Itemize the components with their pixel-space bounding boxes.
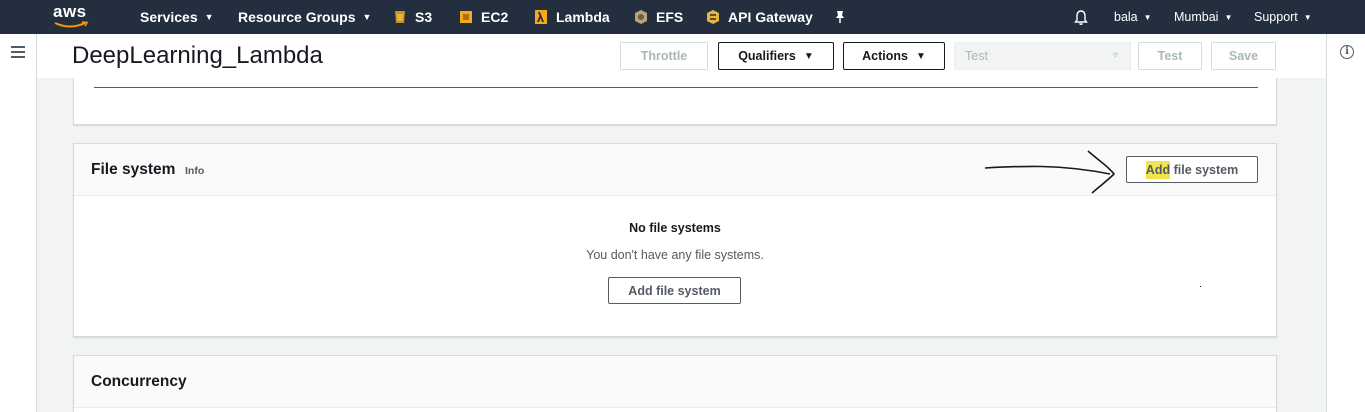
save-button[interactable]: Save: [1211, 42, 1276, 70]
hamburger-menu-icon[interactable]: [11, 46, 25, 58]
add-highlight: Add: [1145, 160, 1171, 179]
aws-logo[interactable]: aws: [52, 2, 92, 32]
favorite-s3-label: S3: [415, 9, 433, 25]
chevron-down-icon: ▼: [362, 12, 372, 22]
aws-logo-text: aws: [53, 2, 87, 21]
s3-icon: [395, 11, 405, 23]
add-file-system-button[interactable]: Add file system: [608, 277, 741, 304]
chevron-down-icon: ▼: [1143, 12, 1152, 22]
empty-state-title: No file systems: [629, 221, 721, 235]
concurrency-panel: Concurrency: [73, 355, 1277, 412]
pin-icon: [836, 11, 844, 23]
favorite-ec2-label: EC2: [481, 9, 509, 25]
favorite-lambda[interactable]: Lambda: [534, 0, 610, 34]
test-button[interactable]: Test: [1138, 42, 1202, 70]
user-menu[interactable]: bala ▼: [1114, 0, 1152, 34]
efs-icon: [635, 10, 647, 24]
caret-down-icon: ▼: [915, 50, 926, 62]
favorite-efs-label: EFS: [656, 9, 684, 25]
stray-dot: [1200, 286, 1201, 287]
region-menu[interactable]: Mumbai ▼: [1174, 0, 1232, 34]
test-label: Test: [1157, 49, 1183, 63]
actions-label: Actions: [862, 49, 908, 63]
favorite-api-gateway[interactable]: API Gateway: [706, 0, 813, 34]
favorite-api-gateway-label: API Gateway: [728, 9, 813, 25]
page-title: DeepLearning_Lambda: [72, 42, 323, 69]
qualifiers-button[interactable]: Qualifiers ▼: [718, 42, 834, 70]
ec2-icon: [460, 11, 472, 23]
chevron-down-icon: ▼: [204, 12, 214, 22]
empty-state-description: You don't have any file systems.: [586, 248, 764, 262]
user-label: bala: [1114, 10, 1138, 24]
add-file-system-header-button[interactable]: Add file system: [1126, 156, 1258, 183]
file-system-info-link[interactable]: Info: [185, 165, 204, 177]
throttle-label: Throttle: [640, 49, 688, 63]
left-rail: [0, 34, 37, 412]
save-label: Save: [1228, 49, 1259, 63]
notifications-button[interactable]: [1073, 0, 1089, 34]
actions-button[interactable]: Actions ▼: [843, 42, 945, 70]
top-navigation: aws Services ▼ Resource Groups ▼ S3 EC2 …: [0, 0, 1365, 34]
pin-button[interactable]: [834, 0, 846, 34]
resource-groups-label: Resource Groups: [238, 9, 356, 25]
add-file-system-label: Add file system: [628, 283, 721, 298]
favorite-s3[interactable]: S3: [393, 0, 432, 34]
favorite-lambda-label: Lambda: [556, 9, 610, 25]
chevron-down-icon: ▼: [1303, 12, 1312, 22]
previous-panel: [73, 78, 1277, 125]
hand-drawn-arrow-annotation: [984, 150, 1116, 194]
file-system-title: File system: [91, 161, 176, 178]
chevron-down-icon: ▼: [1224, 12, 1233, 22]
right-rail: i: [1326, 34, 1365, 412]
info-panel-icon[interactable]: i: [1340, 45, 1354, 59]
support-label: Support: [1254, 10, 1298, 24]
qualifiers-label: Qualifiers: [738, 49, 796, 63]
aws-smile-icon: [54, 21, 89, 28]
region-label: Mumbai: [1174, 10, 1219, 24]
concurrency-title: Concurrency: [91, 373, 187, 390]
support-menu[interactable]: Support ▼: [1254, 0, 1312, 34]
bell-icon: [1074, 9, 1088, 25]
services-menu[interactable]: Services ▼: [140, 0, 214, 34]
divider: [94, 87, 1258, 88]
favorite-ec2[interactable]: EC2: [459, 0, 508, 34]
favorite-efs[interactable]: EFS: [634, 0, 683, 34]
caret-down-icon: ▼: [803, 50, 814, 62]
throttle-button[interactable]: Throttle: [620, 42, 708, 70]
test-event-select[interactable]: Test ▿: [954, 42, 1131, 70]
add-file-system-rest: file system: [1170, 162, 1239, 177]
lambda-icon: [535, 10, 547, 24]
resource-groups-menu[interactable]: Resource Groups ▼: [238, 0, 371, 34]
api-gateway-icon: [707, 10, 719, 24]
test-event-select-value: Test: [965, 49, 988, 63]
concurrency-panel-header: Concurrency: [74, 356, 1276, 408]
services-label: Services: [140, 9, 198, 25]
select-arrow-icon: ▿: [1112, 50, 1118, 61]
function-header: DeepLearning_Lambda Throttle Qualifiers …: [37, 34, 1326, 78]
